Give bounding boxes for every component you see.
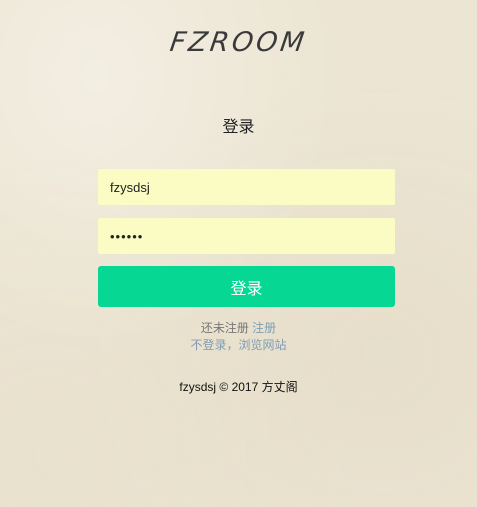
browse-without-login-link[interactable]: 不登录，浏览网站 <box>190 338 286 352</box>
login-button[interactable]: 登录 <box>98 266 395 307</box>
page-title: 登录 <box>222 119 255 136</box>
password-input[interactable] <box>98 218 395 254</box>
footer-copyright: fzysdsj © 2017 方丈阁 <box>179 380 298 394</box>
register-link[interactable]: 注册 <box>252 321 276 335</box>
site-logo: FZROOM <box>168 27 309 58</box>
register-prompt: 还未注册 注册 <box>0 319 477 336</box>
username-input[interactable] <box>98 169 395 205</box>
no-account-text: 还未注册 <box>200 321 249 335</box>
browse-prompt: 不登录，浏览网站 <box>0 336 477 353</box>
